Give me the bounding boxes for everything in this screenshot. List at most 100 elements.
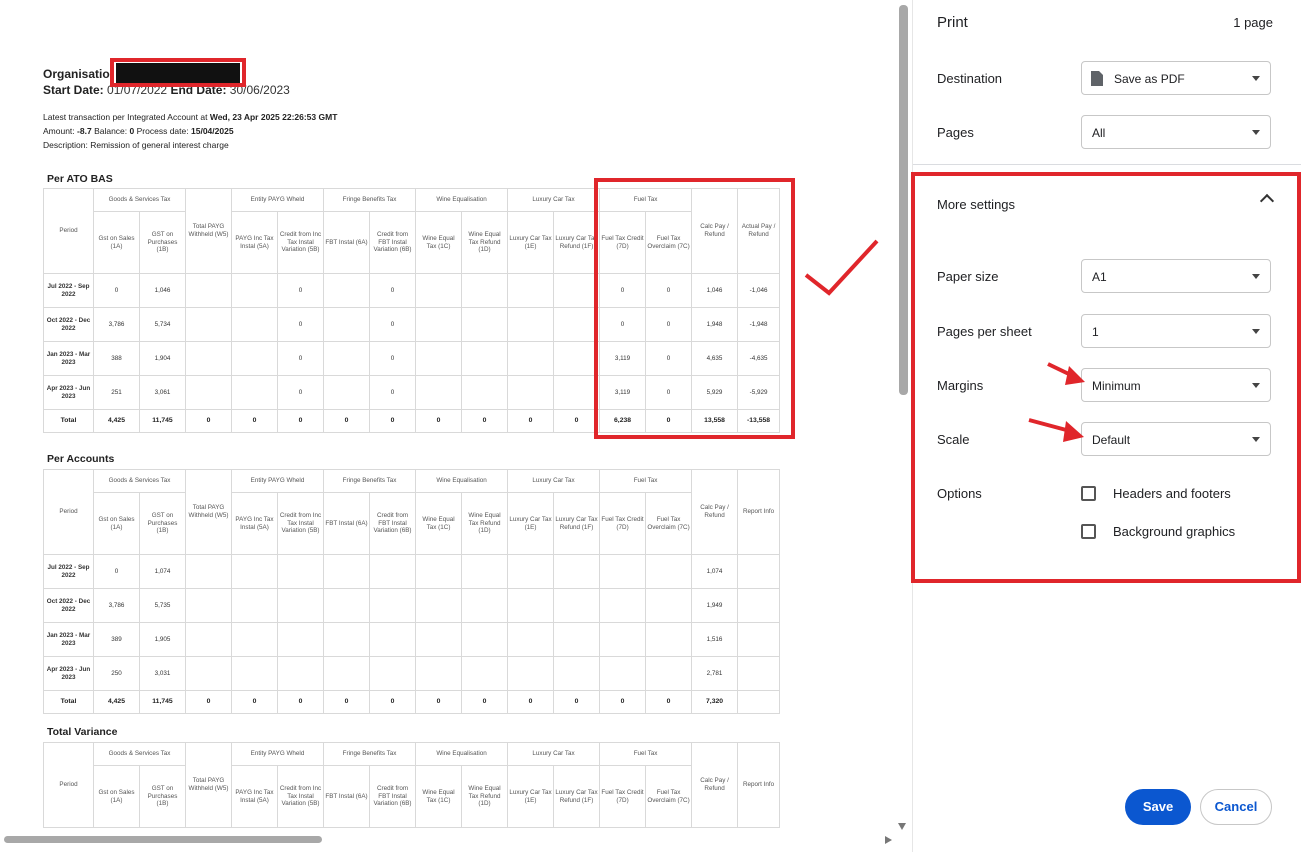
column-header: Wine Equal Tax (1C) — [415, 765, 463, 828]
value-cell — [369, 588, 417, 623]
value-cell — [185, 588, 232, 623]
column-header: Luxury Car Tax Refund (1F) — [553, 765, 601, 828]
value-cell: 0 — [276, 273, 325, 308]
column-header: PAYG Inc Tax Instal (5A) — [231, 211, 278, 274]
value-cell: 0 — [415, 409, 463, 433]
value-cell — [415, 554, 463, 589]
value-cell — [276, 622, 325, 657]
group-header: Wine Equalisation — [415, 742, 509, 766]
value-cell: 0 — [276, 409, 325, 433]
table-row: Oct 2022 - Dec 2022 3,786 5,735 1,949 — [43, 588, 781, 623]
value-cell — [323, 656, 371, 691]
value-cell: 1,905 — [139, 622, 186, 657]
cancel-button[interactable]: Cancel — [1200, 789, 1272, 825]
value-cell: 0 — [276, 341, 325, 376]
value-cell: 3,031 — [139, 656, 186, 691]
value-cell: 389 — [93, 622, 140, 657]
value-cell: 4,425 — [93, 690, 140, 714]
group-header: Goods & Services Tax — [93, 188, 186, 212]
column-header: FBT Instal (6A) — [323, 492, 371, 555]
table-row: Apr 2023 - Jun 2023 250 3,031 2,781 — [43, 656, 781, 691]
value-cell: 1,074 — [139, 554, 186, 589]
annotation-box-more-settings — [911, 172, 1301, 583]
value-cell: 7,320 — [691, 690, 739, 714]
column-header: Luxury Car Tax Refund (1F) — [553, 211, 601, 274]
group-header: Wine Equalisation — [415, 188, 509, 212]
value-cell — [415, 273, 463, 308]
value-cell — [553, 375, 601, 410]
value-cell — [737, 622, 781, 657]
group-header: Entity PAYG Wheld — [230, 469, 325, 493]
value-cell: 1,904 — [139, 341, 186, 376]
value-cell — [599, 588, 647, 623]
horizontal-scrollbar[interactable] — [4, 836, 322, 843]
table-total-row: Total 4,425 11,745 0 0 0 0 0 0 0 0 0 0 0 7,320 — [43, 690, 781, 714]
group-header: Goods & Services Tax — [93, 742, 186, 766]
value-cell — [323, 588, 371, 623]
column-header: Total PAYG Withheld (W5) — [185, 469, 232, 555]
value-cell — [737, 554, 781, 589]
period-cell: Apr 2023 - Jun 2023 — [43, 375, 94, 410]
value-cell: 1,074 — [691, 554, 739, 589]
pages-select[interactable]: All — [1081, 115, 1271, 149]
value-cell: 0 — [553, 409, 601, 433]
value-cell: 5,735 — [139, 588, 186, 623]
value-cell: 0 — [645, 690, 693, 714]
value-cell: 0 — [185, 409, 232, 433]
column-header: Luxury Car Tax (1E) — [507, 492, 555, 555]
scroll-right-icon[interactable] — [885, 836, 892, 844]
column-header: FBT Instal (6A) — [323, 765, 371, 828]
column-header: Luxury Car Tax Refund (1F) — [553, 492, 601, 555]
table-row: Jul 2022 - Sep 2022 0 1,074 1,074 — [43, 554, 781, 589]
save-button[interactable]: Save — [1125, 789, 1191, 825]
print-preview: Organisatio Start Date: 01/07/2022 End D… — [0, 0, 895, 852]
value-cell — [323, 341, 371, 376]
value-cell: 2,781 — [691, 656, 739, 691]
value-cell — [737, 588, 781, 623]
column-header: Luxury Car Tax (1E) — [507, 765, 555, 828]
value-cell — [461, 554, 509, 589]
value-cell — [323, 554, 371, 589]
column-header: Credit from Inc Tax Instal Variation (5B… — [276, 492, 325, 555]
column-header: GST on Purchases (1B) — [139, 765, 186, 828]
column-header: GST on Purchases (1B) — [139, 492, 186, 555]
value-cell — [415, 588, 463, 623]
value-cell — [461, 622, 509, 657]
scroll-down-icon[interactable] — [898, 823, 906, 830]
value-cell — [645, 588, 693, 623]
value-cell — [507, 588, 555, 623]
period-cell: Total — [43, 690, 94, 714]
column-header: Fuel Tax Credit (7D) — [599, 492, 647, 555]
vertical-scrollbar[interactable] — [899, 5, 908, 395]
destination-select[interactable]: Save as PDF — [1081, 61, 1271, 95]
value-cell — [323, 375, 371, 410]
period-cell: Jan 2023 - Mar 2023 — [43, 622, 94, 657]
value-cell — [231, 307, 278, 342]
value-cell — [415, 341, 463, 376]
value-cell: 0 — [415, 690, 463, 714]
column-header: PAYG Inc Tax Instal (5A) — [231, 765, 278, 828]
value-cell — [185, 554, 232, 589]
value-cell — [231, 554, 278, 589]
value-cell — [461, 375, 509, 410]
column-header: Fuel Tax Overclaim (7C) — [645, 492, 693, 555]
column-header: Credit from FBT Instal Variation (6B) — [369, 765, 417, 828]
annotation-box-organisation — [110, 58, 246, 87]
column-header: Report Info — [737, 469, 781, 555]
value-cell — [599, 622, 647, 657]
column-header-period: Period — [43, 188, 94, 274]
column-header: Credit from Inc Tax Instal Variation (5B… — [276, 765, 325, 828]
group-header: Fuel Tax — [599, 469, 693, 493]
value-cell: 0 — [185, 690, 232, 714]
variance-table: Period Goods & Services Tax Total PAYG Wit… — [43, 742, 781, 828]
value-cell — [461, 588, 509, 623]
period-cell: Jul 2022 - Sep 2022 — [43, 554, 94, 589]
column-header: Fuel Tax Overclaim (7C) — [645, 765, 693, 828]
value-cell — [231, 375, 278, 410]
value-cell: 0 — [599, 690, 647, 714]
column-header: Gst on Sales (1A) — [93, 765, 140, 828]
value-cell — [185, 273, 232, 308]
value-cell — [415, 622, 463, 657]
value-cell — [369, 656, 417, 691]
value-cell — [507, 622, 555, 657]
